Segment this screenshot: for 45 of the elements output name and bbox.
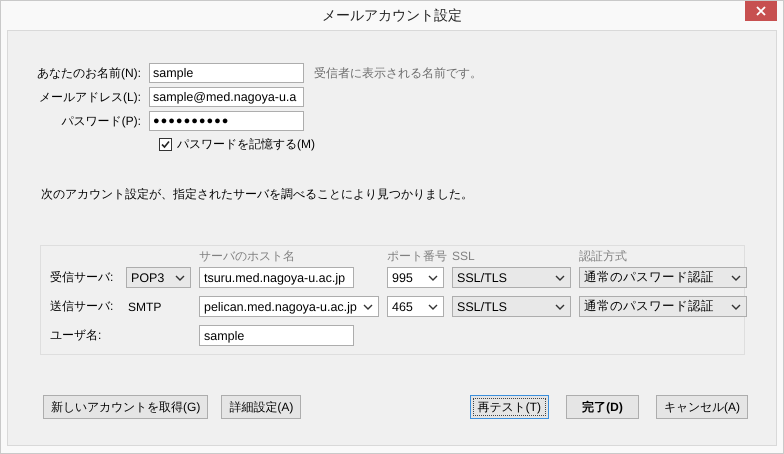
column-header: ポート番号 (387, 250, 444, 263)
dropdown[interactable]: 通常のパスワード認証 (579, 296, 747, 317)
row-label: ユーザ名: (49, 327, 102, 344)
chevron-icon (428, 274, 438, 280)
dropdown[interactable]: POP3 (126, 267, 191, 288)
hint-text: 受信者に表示される名前です。 (314, 64, 482, 82)
status-message: 次のアカウント設定が、指定されたサーバを調べることにより見つかりました。 (41, 186, 474, 203)
chevron-icon (428, 304, 438, 310)
row-label: 送信サーバ: (49, 298, 114, 315)
button[interactable]: 再テスト(T) (470, 395, 549, 419)
protocol-text: SMTP (127, 300, 162, 314)
password-field[interactable]: ●●●●●●●●●● (149, 111, 304, 131)
column-header: SSL (452, 250, 476, 263)
dropdown[interactable]: SSL/TLS (452, 296, 571, 317)
close-icon (756, 6, 766, 16)
column-header: サーバのホスト名 (199, 250, 296, 263)
dropdown[interactable]: SSL/TLS (452, 267, 571, 288)
input-field[interactable]: tsuru.med.nagoya-u.ac.jp (199, 267, 354, 288)
chevron-icon (175, 274, 185, 280)
input-field[interactable]: sample (149, 63, 304, 83)
field-label: メールアドレス(L): (38, 88, 142, 106)
field-label: あなたのお名前(N): (36, 64, 142, 82)
chevron-icon (555, 274, 565, 280)
checkbox-label: パスワードを記憶する(M) (177, 136, 315, 153)
chevron-icon (363, 304, 373, 310)
dropdown[interactable]: 通常のパスワード認証 (579, 267, 747, 288)
button[interactable]: 完了(D) (566, 395, 639, 419)
chevron-icon (555, 304, 565, 310)
combo-box[interactable]: 995 (387, 267, 444, 288)
input-field[interactable]: sample@med.nagoya-u.a (149, 87, 304, 107)
checkbox[interactable] (159, 138, 172, 151)
combo-box[interactable]: pelican.med.nagoya-u.ac.jp (199, 296, 379, 317)
button[interactable]: 詳細設定(A) (221, 395, 302, 419)
input-field[interactable]: sample (199, 325, 354, 346)
field-label: パスワード(P): (60, 112, 142, 130)
chevron-icon (731, 274, 741, 280)
close-button[interactable] (745, 1, 777, 21)
button[interactable]: キャンセル(A) (656, 395, 748, 419)
row-label: 受信サーバ: (49, 269, 114, 286)
column-header: 認証方式 (579, 250, 628, 263)
chevron-icon (731, 304, 741, 310)
button[interactable]: 新しいアカウントを取得(G) (43, 395, 208, 419)
window-title: メールアカウント設定 (322, 6, 462, 24)
check-icon (161, 140, 170, 149)
combo-box[interactable]: 465 (387, 296, 444, 317)
